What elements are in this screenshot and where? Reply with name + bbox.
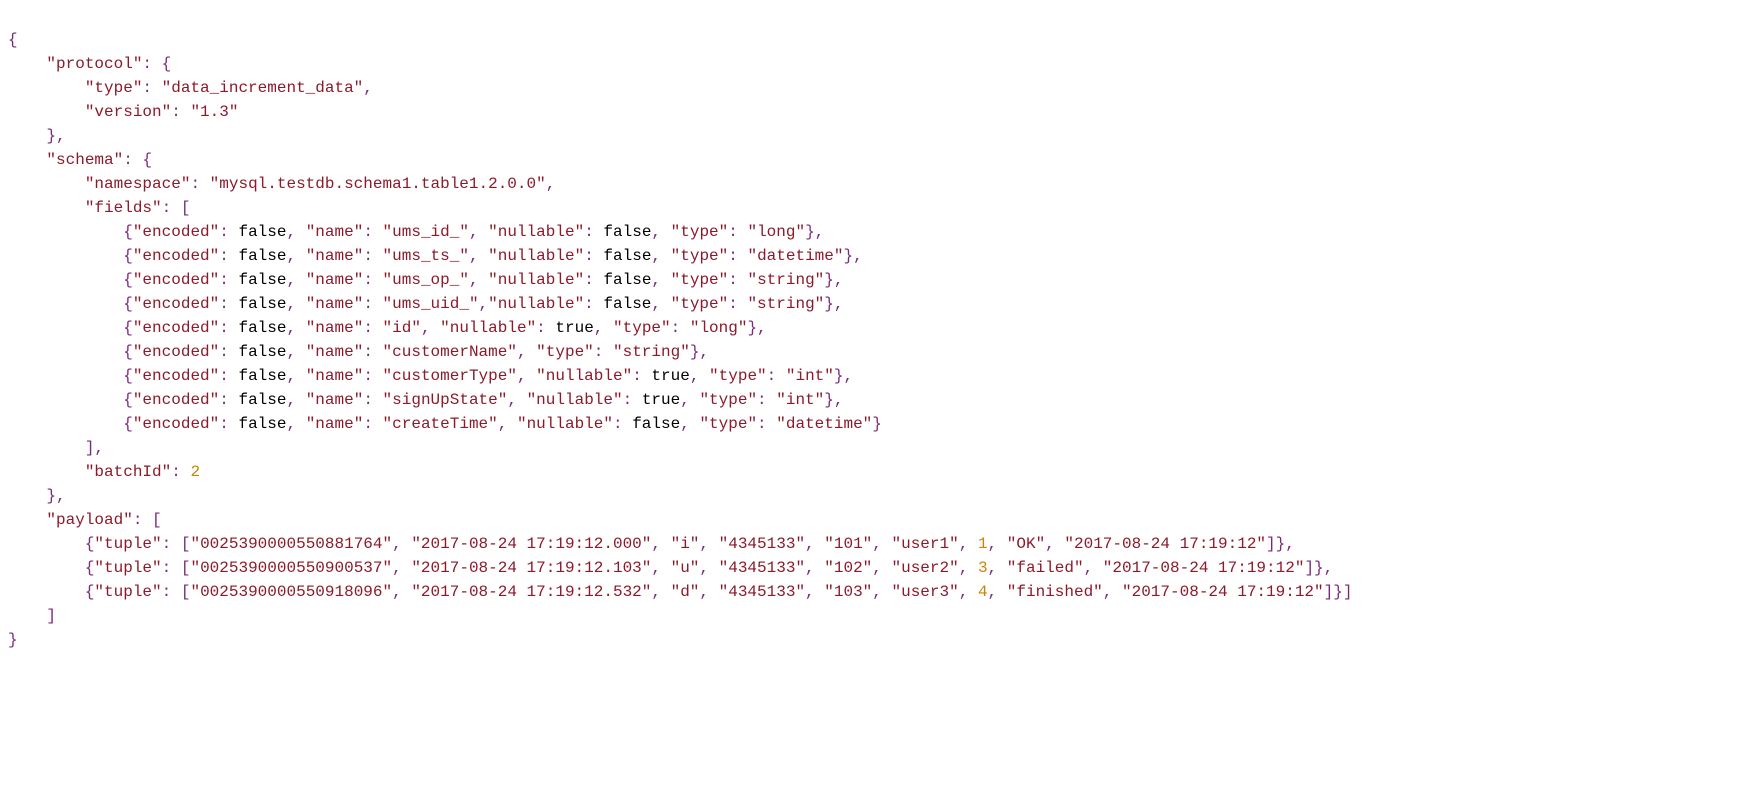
- json-code-block: { "protocol": { "type": "data_increment_…: [8, 28, 1731, 652]
